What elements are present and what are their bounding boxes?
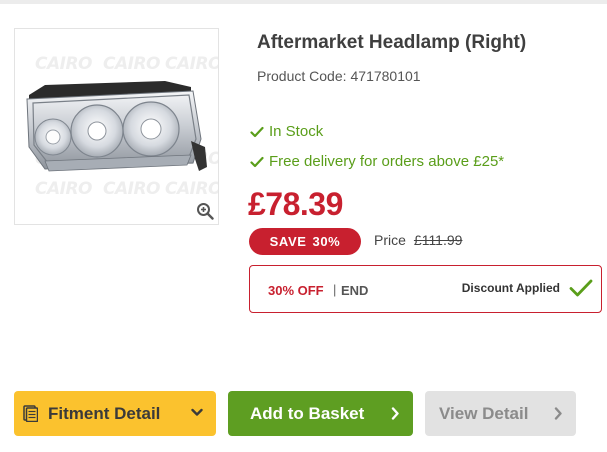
- original-price: Price £111.99: [374, 232, 462, 248]
- current-price: £78.39: [248, 186, 343, 222]
- chevron-down-icon: [191, 408, 203, 416]
- product-image-panel[interactable]: CAIRO CAIRO CAIRO CAIRO CAIRO CAIRO CAIR…: [14, 28, 219, 225]
- original-price-label: Price: [374, 232, 406, 248]
- delivery-info: Free delivery for orders above £25*: [250, 153, 504, 170]
- save-badge: SAVE 30%: [249, 228, 361, 255]
- add-to-basket-label: Add to Basket: [250, 403, 365, 423]
- zoom-icon[interactable]: [196, 202, 214, 220]
- stock-status-text: In Stock: [269, 123, 324, 140]
- view-detail-label: View Detail: [439, 403, 529, 423]
- stock-status: In Stock: [250, 123, 323, 140]
- product-code-value: 471780101: [350, 68, 421, 84]
- top-divider: [0, 0, 607, 4]
- save-badge-percent: 30%: [312, 234, 341, 249]
- product-title: Aftermarket Headlamp (Right): [257, 32, 527, 53]
- discount-applied-text: Discount Applied: [461, 281, 560, 295]
- fitment-detail-button[interactable]: Fitment Detail: [14, 391, 216, 436]
- original-price-value: £111.99: [413, 232, 463, 248]
- view-detail-button[interactable]: View Detail: [425, 391, 576, 436]
- delivery-info-text: Free delivery for orders above £25*: [269, 153, 505, 170]
- check-icon: [569, 279, 593, 297]
- product-code: Product Code: 471780101: [257, 68, 421, 84]
- discount-off-text: 30% OFF: [268, 283, 324, 298]
- add-to-basket-button[interactable]: Add to Basket: [228, 391, 413, 436]
- check-icon: [250, 126, 264, 137]
- document-icon: [23, 405, 38, 422]
- discount-separator: |: [333, 282, 337, 297]
- chevron-right-icon: [554, 407, 562, 420]
- discount-end-text: END: [341, 283, 369, 298]
- chevron-right-icon: [391, 407, 399, 420]
- fitment-detail-label: Fitment Detail: [48, 403, 161, 423]
- check-icon: [250, 156, 264, 167]
- save-badge-label: SAVE: [269, 234, 307, 249]
- discount-panel: 30% OFF | END Discount Applied: [249, 265, 602, 313]
- product-code-label: Product Code:: [257, 68, 347, 84]
- headlamp-image: [26, 81, 207, 172]
